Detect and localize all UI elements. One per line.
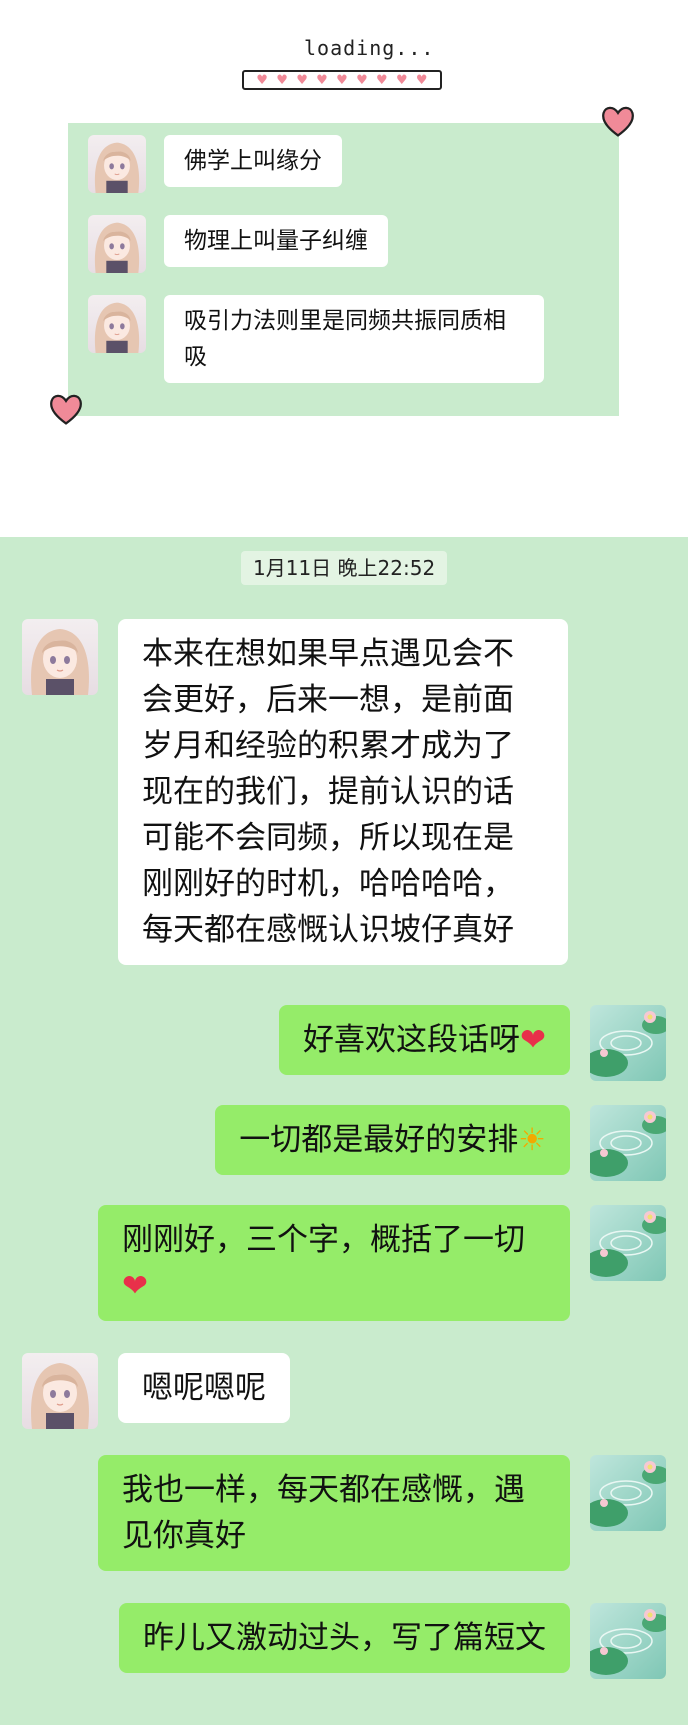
message-bubble[interactable]: 我也一样，每天都在感慨，遇见你真好 bbox=[98, 1455, 570, 1571]
red-heart-emoji-icon: ❤ bbox=[520, 1022, 546, 1058]
incoming-message: 本来在想如果早点遇见会不会更好，后来一想，是前面岁月和经验的积累才成为了现在的我… bbox=[22, 619, 568, 965]
card-message: 吸引力法则里是同频共振同质相吸 bbox=[88, 295, 544, 383]
outgoing-message: 昨儿又激动过头，写了篇短文 bbox=[119, 1603, 666, 1679]
card-message-bubble[interactable]: 物理上叫量子纠缠 bbox=[164, 215, 388, 267]
card-message: 佛学上叫缘分 bbox=[88, 135, 342, 193]
sun-emoji-icon: ☀ bbox=[518, 1122, 546, 1158]
message-bubble[interactable]: 好喜欢这段话呀❤ bbox=[279, 1005, 570, 1075]
message-text: 刚刚好，三个字，概括了一切 bbox=[122, 1222, 525, 1258]
outgoing-message: 好喜欢这段话呀❤ bbox=[279, 1005, 666, 1081]
heart-icon: ♥ bbox=[336, 72, 348, 88]
quote-card: 佛学上叫缘分 物理上叫量子纠缠 吸引力法则里是同频共振同质相吸 bbox=[68, 123, 619, 416]
outgoing-message: 我也一样，每天都在感慨，遇见你真好 bbox=[98, 1455, 666, 1571]
anime-girl-avatar-icon[interactable] bbox=[88, 215, 146, 273]
heart-icon: ♥ bbox=[256, 72, 268, 88]
anime-girl-avatar-icon[interactable] bbox=[88, 295, 146, 353]
heart-icon: ♥ bbox=[356, 72, 368, 88]
heart-icon bbox=[600, 102, 636, 140]
lotus-pond-avatar-icon[interactable] bbox=[590, 1455, 666, 1531]
lotus-pond-avatar-icon[interactable] bbox=[590, 1205, 666, 1281]
incoming-message: 嗯呢嗯呢 bbox=[22, 1353, 290, 1429]
message-bubble[interactable]: 嗯呢嗯呢 bbox=[118, 1353, 290, 1423]
card-message-bubble[interactable]: 佛学上叫缘分 bbox=[164, 135, 342, 187]
outgoing-message: 刚刚好，三个字，概括了一切 ❤ bbox=[98, 1205, 666, 1321]
message-bubble[interactable]: 昨儿又激动过头，写了篇短文 bbox=[119, 1603, 570, 1673]
heart-icon: ♥ bbox=[276, 72, 288, 88]
heart-icon: ♥ bbox=[376, 72, 388, 88]
anime-girl-avatar-icon[interactable] bbox=[88, 135, 146, 193]
message-bubble[interactable]: 本来在想如果早点遇见会不会更好，后来一想，是前面岁月和经验的积累才成为了现在的我… bbox=[118, 619, 568, 965]
message-bubble[interactable]: 一切都是最好的安排☀ bbox=[215, 1105, 570, 1175]
loading-bar: ♥ ♥ ♥ ♥ ♥ ♥ ♥ ♥ ♥ bbox=[242, 70, 442, 90]
heart-icon: ♥ bbox=[316, 72, 328, 88]
chat-timestamp: 1月11日 晚上22:52 bbox=[241, 551, 448, 585]
outgoing-message: 一切都是最好的安排☀ bbox=[215, 1105, 666, 1181]
message-text: 好喜欢这段话呀 bbox=[303, 1022, 521, 1058]
heart-icon: ♥ bbox=[415, 72, 428, 88]
heart-icon: ♥ bbox=[395, 72, 408, 88]
anime-girl-avatar-icon[interactable] bbox=[22, 619, 98, 695]
heart-icon bbox=[48, 390, 84, 428]
loading-label: loading... bbox=[304, 36, 435, 60]
anime-girl-avatar-icon[interactable] bbox=[22, 1353, 98, 1429]
heart-icon: ♥ bbox=[296, 72, 308, 88]
lotus-pond-avatar-icon[interactable] bbox=[590, 1005, 666, 1081]
lotus-pond-avatar-icon[interactable] bbox=[590, 1603, 666, 1679]
message-text: 一切都是最好的安排 bbox=[239, 1122, 519, 1158]
lotus-pond-avatar-icon[interactable] bbox=[590, 1105, 666, 1181]
message-bubble[interactable]: 刚刚好，三个字，概括了一切 ❤ bbox=[98, 1205, 570, 1321]
red-heart-emoji-icon: ❤ bbox=[122, 1268, 148, 1304]
card-message-bubble[interactable]: 吸引力法则里是同频共振同质相吸 bbox=[164, 295, 544, 383]
chat-view[interactable]: 1月11日 晚上22:52 本来在想如果早点遇见会不会更好，后来一想，是前面岁月… bbox=[0, 537, 688, 1725]
card-message: 物理上叫量子纠缠 bbox=[88, 215, 388, 273]
